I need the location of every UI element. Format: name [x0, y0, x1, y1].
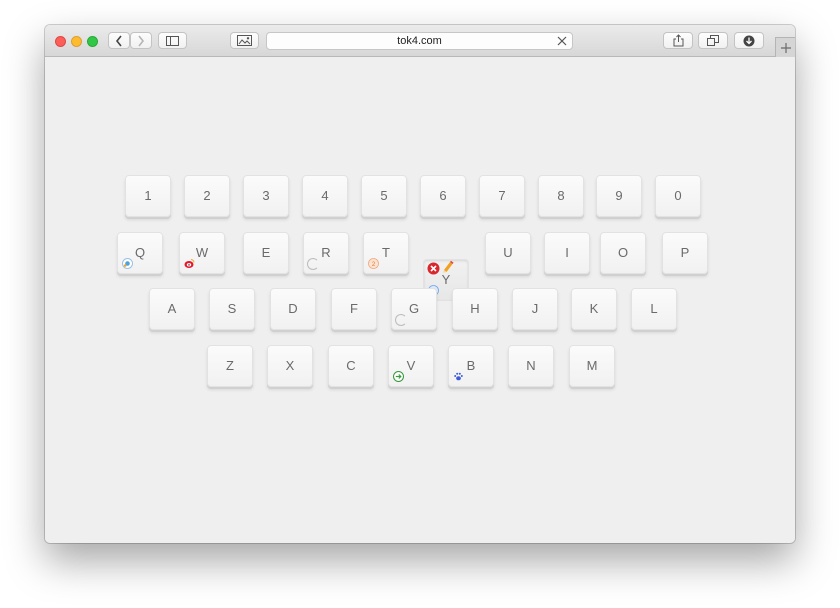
zoom-window-button[interactable]: [87, 36, 98, 47]
key-z[interactable]: Z: [207, 345, 253, 387]
key-label: 3: [262, 188, 270, 203]
key-label: 9: [615, 188, 623, 203]
key-r[interactable]: R: [303, 232, 349, 274]
key-m[interactable]: M: [569, 345, 615, 387]
back-button[interactable]: [108, 32, 130, 49]
key-label: 5: [380, 188, 388, 203]
key-label: 2: [203, 188, 211, 203]
key-o[interactable]: O: [600, 232, 646, 274]
key-p[interactable]: P: [662, 232, 708, 274]
key-q[interactable]: Q: [117, 232, 163, 274]
tabs-overview-button[interactable]: [698, 32, 728, 49]
paw-icon: [453, 371, 464, 382]
share-icon: [673, 34, 683, 47]
key-label: M: [586, 358, 598, 373]
download-icon: [743, 35, 755, 46]
key-1[interactable]: 1: [125, 175, 171, 217]
edit-pencil-icon[interactable]: [441, 260, 454, 278]
key-u[interactable]: U: [485, 232, 531, 274]
minimize-window-button[interactable]: [71, 36, 82, 47]
key-label: P: [680, 245, 690, 260]
reader-button[interactable]: [230, 32, 259, 49]
key-label: 7: [498, 188, 506, 203]
key-label: X: [285, 358, 295, 373]
key-label: E: [261, 245, 271, 260]
tabs-icon: [707, 35, 719, 46]
browser-toolbar: tok4.com: [45, 25, 795, 57]
key-label: 1: [144, 188, 152, 203]
key-e[interactable]: E: [243, 232, 289, 274]
key-x[interactable]: X: [267, 345, 313, 387]
key-label: U: [503, 245, 513, 260]
key-label: F: [350, 301, 358, 316]
key-label: S: [227, 301, 237, 316]
site-favicon-icon: [393, 371, 404, 382]
close-icon[interactable]: [557, 36, 567, 46]
key-l[interactable]: L: [631, 288, 677, 330]
key-label: J: [531, 301, 539, 316]
key-d[interactable]: D: [270, 288, 316, 330]
key-2[interactable]: 2: [184, 175, 230, 217]
browser-window: tok4.com 1 2 3 4 5 6 7 8 9 0 Q W E R T 2…: [45, 25, 795, 543]
loading-spinner-icon: [307, 258, 319, 270]
delete-icon[interactable]: [427, 262, 440, 280]
close-window-button[interactable]: [55, 36, 66, 47]
key-4[interactable]: 4: [302, 175, 348, 217]
loading-spinner-icon: [395, 314, 407, 326]
key-w[interactable]: W: [179, 232, 225, 274]
chevron-right-icon: [138, 35, 145, 46]
key-label: A: [167, 301, 177, 316]
key-f[interactable]: F: [331, 288, 377, 330]
key-t[interactable]: T 2: [363, 232, 409, 274]
image-icon: [237, 35, 252, 46]
site-favicon-icon: 2: [368, 258, 379, 269]
key-label: H: [470, 301, 480, 316]
key-label: 8: [557, 188, 565, 203]
address-bar[interactable]: tok4.com: [266, 32, 573, 50]
key-a[interactable]: A: [149, 288, 195, 330]
key-k[interactable]: K: [571, 288, 617, 330]
key-5[interactable]: 5: [361, 175, 407, 217]
key-label: L: [650, 301, 658, 316]
sidebar-icon: [166, 35, 179, 46]
key-9[interactable]: 9: [596, 175, 642, 217]
key-n[interactable]: N: [508, 345, 554, 387]
key-label: I: [565, 245, 569, 260]
plus-icon: [780, 42, 791, 53]
key-6[interactable]: 6: [420, 175, 466, 217]
chevron-left-icon: [115, 35, 122, 46]
key-c[interactable]: C: [328, 345, 374, 387]
key-label: C: [346, 358, 356, 373]
downloads-button[interactable]: [734, 32, 764, 49]
key-g[interactable]: G: [391, 288, 437, 330]
speed-dial-page: 1 2 3 4 5 6 7 8 9 0 Q W E R T 2 Y U I O …: [45, 57, 795, 543]
key-label: Z: [226, 358, 234, 373]
forward-button[interactable]: [130, 32, 152, 49]
key-label: 4: [321, 188, 329, 203]
key-label: 0: [674, 188, 682, 203]
weibo-icon: [184, 258, 195, 269]
key-label: O: [617, 245, 629, 260]
key-b[interactable]: B: [448, 345, 494, 387]
key-label: K: [589, 301, 599, 316]
new-tab-button[interactable]: [775, 37, 795, 57]
key-7[interactable]: 7: [479, 175, 525, 217]
key-j[interactable]: J: [512, 288, 558, 330]
key-label: D: [288, 301, 298, 316]
address-url: tok4.com: [397, 35, 442, 47]
key-label: N: [526, 358, 536, 373]
key-i[interactable]: I: [544, 232, 590, 274]
key-0[interactable]: 0: [655, 175, 701, 217]
key-s[interactable]: S: [209, 288, 255, 330]
key-8[interactable]: 8: [538, 175, 584, 217]
key-label: 6: [439, 188, 447, 203]
site-favicon-icon: [122, 258, 133, 269]
key-h[interactable]: H: [452, 288, 498, 330]
share-button[interactable]: [663, 32, 693, 49]
key-v[interactable]: V: [388, 345, 434, 387]
key-3[interactable]: 3: [243, 175, 289, 217]
sidebar-button[interactable]: [158, 32, 187, 49]
